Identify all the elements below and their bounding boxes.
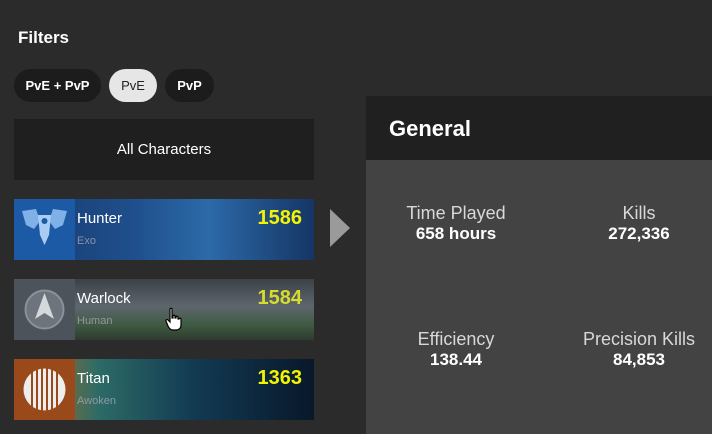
filter-pve-button[interactable]: PvE	[109, 69, 157, 102]
titan-emblem-icon	[14, 359, 75, 420]
stat-efficiency: Efficiency 138.44	[381, 328, 531, 370]
all-characters-label: All Characters	[116, 141, 212, 158]
stat-precision-kills: Precision Kills 84,853	[564, 328, 712, 370]
character-class: Hunter	[77, 210, 123, 227]
character-power: 1363	[257, 367, 303, 389]
character-class: Titan	[77, 370, 110, 387]
stats-panel: General Time Played 658 hours Kills 272,…	[366, 96, 712, 434]
character-card-hunter[interactable]: Hunter Exo 1586	[14, 199, 314, 260]
character-power: 1584	[257, 287, 303, 309]
selection-arrow-icon	[330, 209, 350, 247]
character-class: Warlock	[77, 290, 131, 307]
character-race: Human	[77, 315, 113, 327]
stat-label: Precision Kills	[582, 329, 696, 349]
filter-label: PvE	[121, 78, 145, 93]
stat-value: 138.44	[430, 350, 482, 369]
character-race: Exo	[77, 235, 96, 247]
stat-value: 84,853	[613, 350, 665, 369]
filter-label: PvE + PvP	[25, 78, 90, 93]
stat-label: Kills	[622, 203, 656, 223]
stat-label: Efficiency	[417, 329, 495, 349]
panel-header: General	[366, 96, 712, 160]
mouse-cursor-icon	[165, 307, 182, 331]
character-card-titan[interactable]: Titan Awoken 1363	[14, 359, 314, 420]
character-race: Awoken	[77, 395, 116, 407]
stat-kills: Kills 272,336	[564, 202, 712, 244]
filters-title: Filters	[18, 28, 70, 47]
character-power: 1586	[257, 207, 303, 229]
stat-value: 658 hours	[415, 224, 497, 243]
stat-label: Time Played	[406, 203, 506, 223]
hunter-emblem-icon	[14, 199, 75, 260]
filter-pvp-button[interactable]: PvP	[165, 69, 214, 102]
stat-time-played: Time Played 658 hours	[381, 202, 531, 244]
stat-value: 272,336	[608, 224, 670, 243]
filter-pve-pvp-button[interactable]: PvE + PvP	[14, 69, 101, 102]
filter-label: PvP	[177, 78, 202, 93]
warlock-emblem-icon	[14, 279, 75, 340]
all-characters-button[interactable]: All Characters	[14, 119, 314, 180]
panel-title: General	[389, 116, 471, 141]
